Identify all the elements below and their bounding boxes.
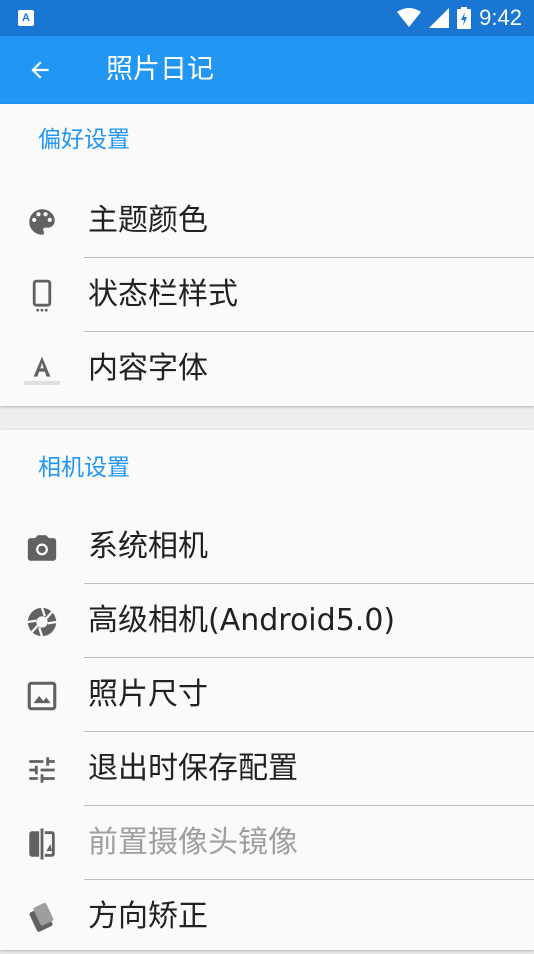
camera-item-label: 高级相机(Android5.0) [88,603,396,638]
back-button[interactable] [20,52,60,88]
camera-item-label: 退出时保存配置 [88,751,298,786]
camera-item-orientation-correction[interactable]: 方向矫正 [0,880,534,954]
pref-item-label: 内容字体 [88,351,208,386]
camera-card: 相机设置 系统相机 高级相机(Android5.0) 照片尺寸 退出时保存配置 … [0,430,534,950]
camera-item-label: 系统相机 [88,529,208,564]
camera-icon [22,528,62,568]
notification-icon: A [18,10,34,26]
pref-item-label: 状态栏样式 [88,277,238,312]
pref-item-statusbar-style[interactable]: 状态栏样式 [0,258,534,332]
camera-item-save-config[interactable]: 退出时保存配置 [0,732,534,806]
wifi-icon [397,8,422,27]
camera-item-system-camera[interactable]: 系统相机 [0,510,534,584]
font-icon [22,350,62,390]
app-bar: 照片日记 [0,36,534,104]
camera-item-front-mirror[interactable]: 前置摄像头镜像 [0,806,534,880]
preferences-section-title: 偏好设置 [38,127,130,153]
battery-icon [457,7,472,29]
camera-item-label: 方向矫正 [88,899,208,934]
camera-item-label: 照片尺寸 [88,677,208,712]
camera-item-label: 前置摄像头镜像 [88,825,298,860]
camera-section-title: 相机设置 [38,455,130,481]
preferences-card: 偏好设置 主题颜色 状态栏样式 内容字体 [0,104,534,406]
page-title: 照片日记 [106,54,214,85]
pref-item-label: 主题颜色 [88,203,208,238]
phone-icon [22,276,62,316]
pref-item-theme-color[interactable]: 主题颜色 [0,184,534,258]
pref-item-content-font[interactable]: 内容字体 [0,332,534,406]
tune-icon [22,750,62,790]
signal-icon [429,8,450,28]
flip-icon [22,824,62,864]
image-icon [22,676,62,716]
rotate-icon [22,898,62,938]
status-time: 9:42 [479,5,522,30]
palette-icon [22,202,62,242]
status-bar: A 9:42 [0,0,534,36]
camera-item-advanced-camera[interactable]: 高级相机(Android5.0) [0,584,534,658]
camera-item-photo-size[interactable]: 照片尺寸 [0,658,534,732]
arrow-back-icon [31,61,49,79]
aperture-icon [22,602,62,642]
